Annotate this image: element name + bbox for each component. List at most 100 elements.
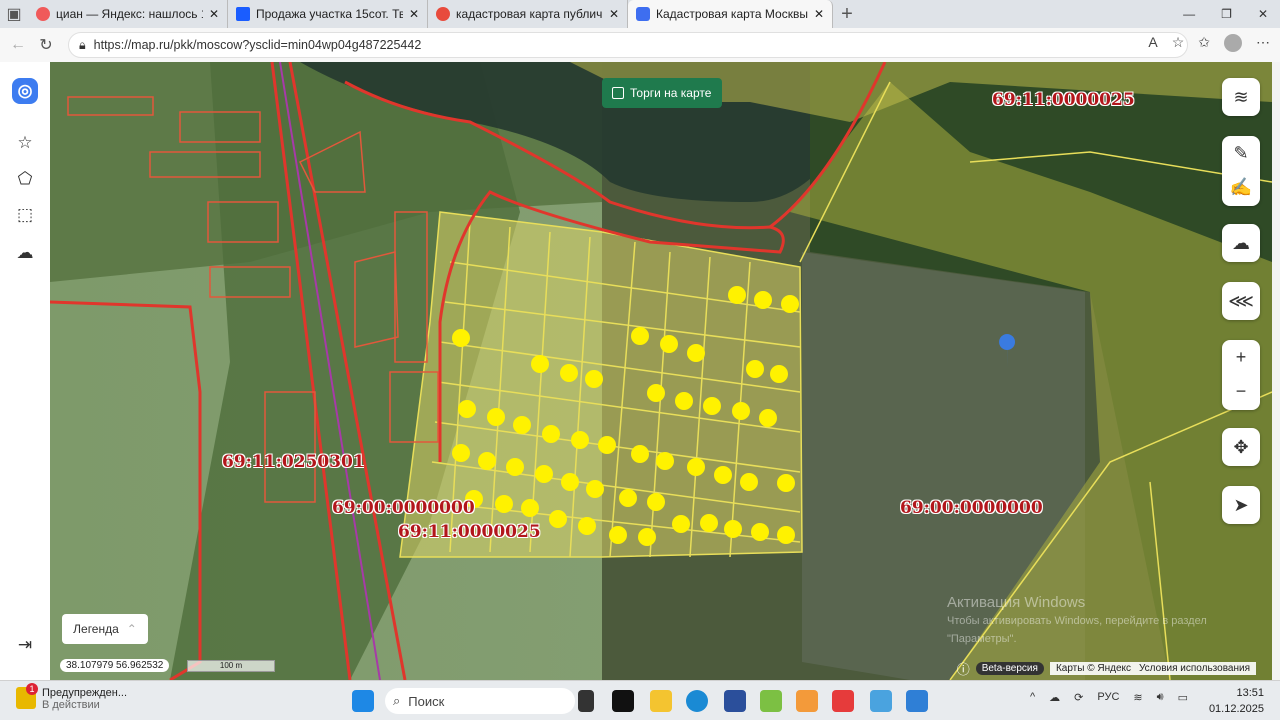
paint-icon[interactable] — [870, 690, 892, 712]
cadastral-label[interactable]: 69:11:0000025 — [992, 90, 1135, 110]
address-bar[interactable]: 🔒︎ https://map.ru/pkk/moscow?ysclid=min04… — [68, 32, 1188, 58]
close-tab-icon[interactable]: ✕ — [814, 7, 824, 21]
tab-actions-icon[interactable]: ▣ — [0, 4, 28, 24]
share-button[interactable]: ⋘ — [1222, 282, 1260, 320]
zoom-in-button[interactable]: + — [1222, 340, 1260, 374]
photos-icon[interactable] — [906, 690, 928, 712]
wifi-icon[interactable]: ≋ — [1133, 691, 1142, 704]
app-logo-icon[interactable]: ◎ — [12, 78, 38, 104]
info-icon[interactable]: ⓘ — [957, 659, 970, 678]
listing-marker[interactable] — [506, 458, 524, 476]
geolocation-button[interactable]: ➤ — [1222, 486, 1260, 524]
onedrive-icon[interactable]: ☁ — [1049, 691, 1060, 704]
cadastral-label[interactable]: 69:00:0000000 — [900, 498, 1043, 518]
map-canvas[interactable]: 69:11:0000025 69:11:0250301 69:00:000000… — [50, 62, 1272, 680]
maximize-icon[interactable]: ❐ — [1221, 7, 1232, 21]
legend-button[interactable]: Легенда ⌃ — [62, 614, 148, 644]
listing-marker[interactable] — [660, 335, 678, 353]
terms-link[interactable]: Условия использования — [1139, 663, 1250, 674]
task-view-icon[interactable] — [578, 690, 594, 712]
upload-button[interactable]: ☁ — [1222, 224, 1260, 262]
listing-marker[interactable] — [638, 528, 656, 546]
layers-button[interactable]: ≋ — [1222, 78, 1260, 116]
listing-marker[interactable] — [751, 523, 769, 541]
listing-marker[interactable] — [740, 473, 758, 491]
favorite-star-icon[interactable]: ☆ — [1172, 34, 1185, 52]
listing-marker[interactable] — [598, 436, 616, 454]
cadastral-label[interactable]: 69:11:0000025 — [398, 522, 541, 542]
close-tab-icon[interactable]: ✕ — [609, 7, 619, 21]
listing-marker[interactable] — [458, 400, 476, 418]
listing-marker[interactable] — [586, 480, 604, 498]
listing-marker[interactable] — [770, 365, 788, 383]
listing-marker[interactable] — [781, 295, 799, 313]
notification-widget[interactable]: 1 Предупрежден... В действии — [16, 683, 127, 711]
listing-marker[interactable] — [531, 355, 549, 373]
listing-marker[interactable] — [478, 452, 496, 470]
taskbar-search[interactable]: ⌕ Поиск — [385, 688, 575, 714]
listing-marker[interactable] — [452, 444, 470, 462]
select-area-icon[interactable]: ⬚ — [12, 202, 38, 228]
menu-icon[interactable]: ⋯ — [1256, 34, 1270, 52]
copyright-link[interactable]: Карты © Яндекс — [1056, 663, 1131, 674]
listing-marker[interactable] — [585, 370, 603, 388]
listing-marker[interactable] — [487, 408, 505, 426]
listing-marker[interactable] — [714, 466, 732, 484]
listing-marker[interactable] — [647, 384, 665, 402]
battery-icon[interactable]: ▭ — [1178, 691, 1188, 704]
close-tab-icon[interactable]: ✕ — [409, 7, 419, 21]
listing-marker[interactable] — [578, 517, 596, 535]
edit-icon[interactable]: ✍ — [1222, 170, 1260, 204]
zoom-out-button[interactable]: − — [1222, 374, 1260, 408]
listing-marker[interactable] — [560, 364, 578, 382]
listing-marker[interactable] — [759, 409, 777, 427]
listing-marker[interactable] — [777, 474, 795, 492]
listing-marker[interactable] — [631, 445, 649, 463]
listing-marker[interactable] — [732, 402, 750, 420]
edge-icon[interactable] — [686, 690, 708, 712]
listing-marker[interactable] — [724, 520, 742, 538]
listing-marker[interactable] — [561, 473, 579, 491]
cadastral-label[interactable]: 69:00:0000000 — [332, 498, 475, 518]
listing-marker[interactable] — [746, 360, 764, 378]
listing-marker[interactable] — [452, 329, 470, 347]
listing-marker[interactable] — [728, 286, 746, 304]
cadastral-label[interactable]: 69:11:0250301 — [222, 452, 365, 472]
listing-marker[interactable] — [619, 489, 637, 507]
new-tab-button[interactable]: + — [833, 3, 861, 26]
listing-marker[interactable] — [542, 425, 560, 443]
wps-presentation-icon[interactable] — [760, 690, 782, 712]
move-icon[interactable]: ✥ — [1222, 428, 1260, 466]
polygon-tool-icon[interactable]: ⬠ — [12, 166, 38, 192]
clock[interactable]: 13:51 01.12.2025 — [1209, 685, 1264, 717]
listing-marker[interactable] — [631, 327, 649, 345]
profile-avatar[interactable] — [1224, 34, 1242, 52]
close-window-icon[interactable]: ✕ — [1258, 7, 1268, 21]
listing-marker[interactable] — [656, 452, 674, 470]
close-tab-icon[interactable]: ✕ — [209, 7, 219, 21]
listing-marker[interactable] — [675, 392, 693, 410]
tab-cian[interactable]: циан — Яндекс: нашлось 11 млн ✕ — [28, 0, 228, 28]
read-aloud-icon[interactable]: A — [1148, 34, 1157, 52]
store-icon[interactable] — [724, 690, 746, 712]
app-icon[interactable] — [612, 690, 634, 712]
listing-marker[interactable] — [703, 397, 721, 415]
tab-cadastral-map[interactable]: Кадастровая карта Москвы | Map ✕ — [628, 0, 833, 28]
chevron-up-icon[interactable]: ^ — [1030, 691, 1035, 704]
tab-search[interactable]: кадастровая карта публичная — ✕ — [428, 0, 628, 28]
file-explorer-icon[interactable] — [650, 690, 672, 712]
listing-marker[interactable] — [700, 514, 718, 532]
volume-icon[interactable]: 🔊︎ — [1157, 691, 1164, 704]
start-icon[interactable] — [352, 690, 374, 712]
listing-marker[interactable] — [672, 515, 690, 533]
listing-marker[interactable] — [647, 493, 665, 511]
tab-listing[interactable]: Продажа участка 15сот. Тверская ✕ — [228, 0, 428, 28]
refresh-button[interactable]: ↻ — [32, 35, 60, 55]
listing-marker[interactable] — [687, 344, 705, 362]
checkbox[interactable] — [612, 87, 624, 99]
login-icon[interactable]: ⇥ — [12, 632, 38, 658]
favorites-star-icon[interactable]: ☆ — [12, 130, 38, 156]
back-button[interactable]: ← — [4, 36, 32, 54]
listing-marker[interactable] — [521, 499, 539, 517]
listing-marker[interactable] — [687, 458, 705, 476]
